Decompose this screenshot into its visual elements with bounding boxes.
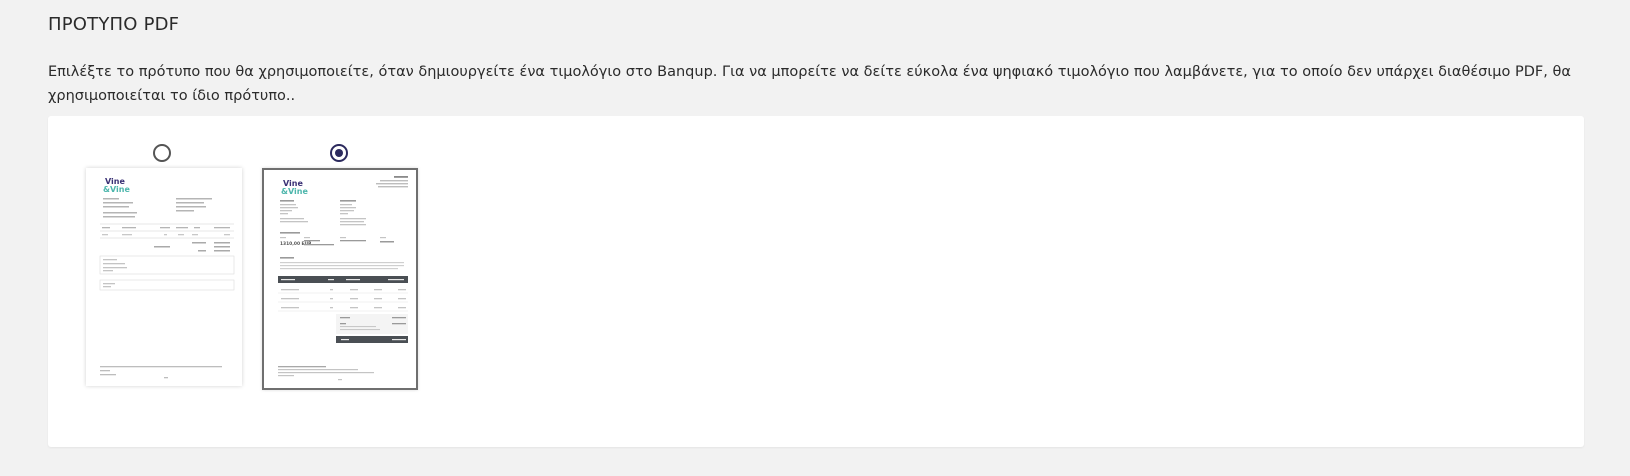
template-classic-thumbnail[interactable]: Vine &Vine <box>86 168 242 386</box>
page-title: ΠΡΟΤΥΠΟ PDF <box>48 14 180 35</box>
template-classic-radio[interactable] <box>153 144 171 162</box>
logo-line2: &Vine <box>281 187 308 196</box>
invoice-preview-modern: Vine &Vine 1310,00 EUR <box>278 176 408 381</box>
section-description: Επιλέξτε το πρότυπο που θα χρησιμοποιείτ… <box>48 64 1571 104</box>
template-modern-thumbnail[interactable]: Vine &Vine 1310,00 EUR <box>262 168 418 390</box>
logo-line2: &Vine <box>103 185 130 194</box>
invoice-preview-classic: Vine &Vine <box>99 177 235 379</box>
template-selection-panel: Vine &Vine Vine &Vine 1310,00 EUR <box>48 116 1584 447</box>
template-modern-radio[interactable] <box>330 144 348 162</box>
